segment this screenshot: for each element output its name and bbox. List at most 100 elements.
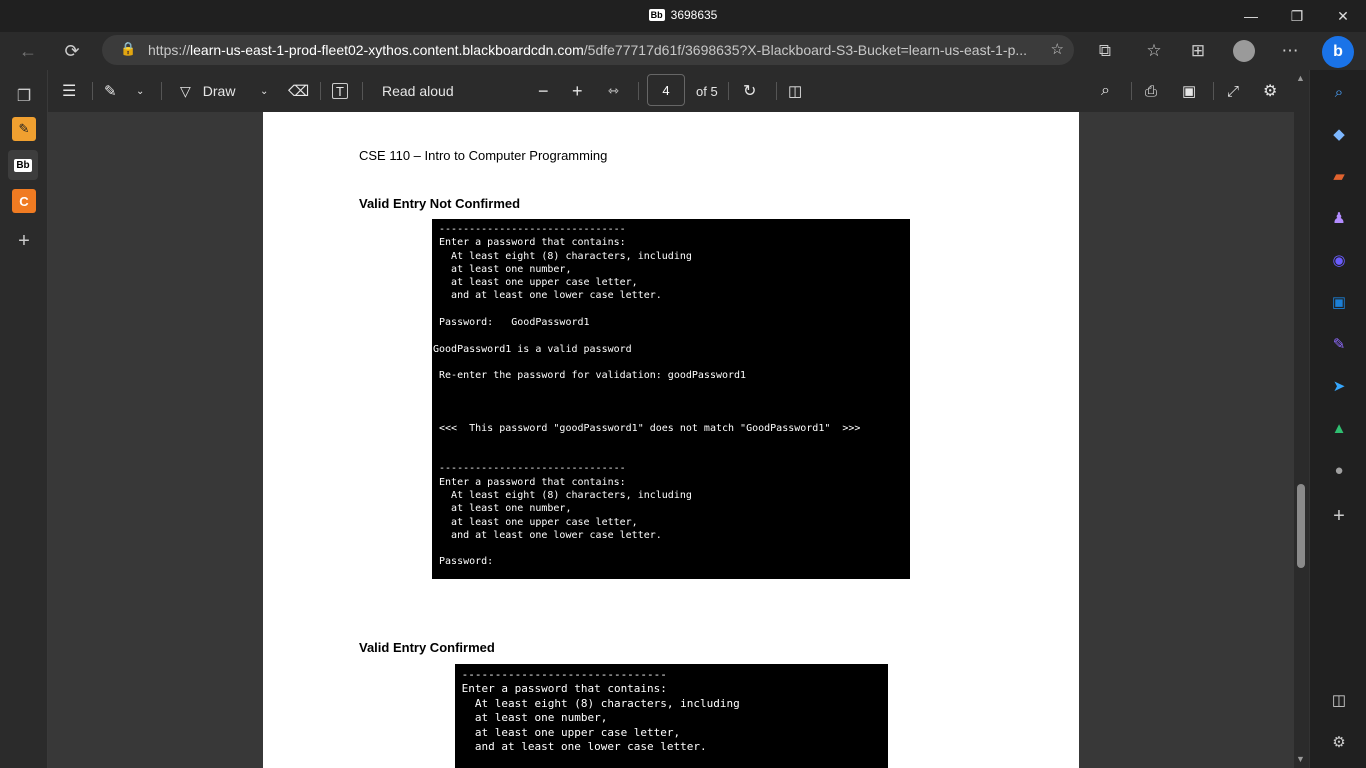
zoom-in-icon[interactable]: + (572, 78, 583, 104)
hide-sidebar-icon[interactable]: ◫ (1328, 689, 1350, 711)
tools-briefcase-icon[interactable]: ▰ (1328, 165, 1350, 187)
page-view-icon[interactable]: ◫ (788, 78, 802, 104)
draw-chevron-down-icon[interactable]: ⌄ (260, 78, 268, 104)
console-line: At least eight (8) characters, including (433, 250, 692, 262)
back-button[interactable]: ← (13, 37, 43, 65)
print-icon[interactable]: ⎙ (1145, 78, 1157, 104)
add-text-icon[interactable]: T (332, 83, 348, 99)
profile-avatar[interactable] (1233, 40, 1255, 62)
console-line: Password: (433, 556, 494, 568)
console-line: ------------------------------- (433, 224, 626, 235)
console-line: Enter a password that contains: (455, 682, 667, 696)
console-line: and at least one lower case letter. (455, 740, 707, 754)
section-title-confirmed: Valid Entry Confirmed (359, 640, 495, 655)
console-line: at least one upper case letter, (433, 277, 638, 289)
refresh-icon: ⟳ (64, 40, 80, 61)
c-app-tab-icon[interactable]: C (12, 189, 36, 213)
add-sidebar-app-icon[interactable]: + (1328, 505, 1350, 527)
refresh-button[interactable]: ⟳ (57, 37, 87, 65)
window-titlebar: Bb 3698635 — ❐ ✕ (0, 0, 1366, 32)
window-title-text: 3698635 (670, 8, 718, 22)
console-line: At least eight (8) characters, including (455, 696, 740, 710)
fullscreen-icon[interactable]: ⤢ (1227, 78, 1239, 104)
scrollbar-thumb[interactable] (1297, 484, 1305, 568)
toolbar-divider (728, 82, 729, 100)
pdf-settings-gear-icon[interactable]: ⚙ (1263, 78, 1277, 104)
highlight-icon[interactable]: ✎ (104, 78, 117, 104)
more-dots-icon: ⋯ (1281, 41, 1299, 60)
rotate-icon[interactable]: ↻ (743, 78, 756, 104)
maximize-button[interactable]: ❐ (1274, 0, 1320, 32)
microsoft-365-icon[interactable]: ◉ (1328, 249, 1350, 271)
scroll-down-icon[interactable]: ▼ (1296, 754, 1305, 764)
toolbar-divider (320, 82, 321, 100)
console-line: Re-enter the password for validation: go… (433, 370, 747, 382)
sidebar-settings-gear-icon[interactable]: ⚙ (1328, 731, 1350, 753)
settings-more-button[interactable]: ⋯ (1275, 37, 1305, 65)
browser-toolbar: ← ⟳ 🔒 https://learn-us-east-1-prod-fleet… (0, 32, 1366, 70)
read-aloud-button[interactable]: Read aloud (382, 78, 454, 104)
add-favorite-icon[interactable]: ☆ (1051, 40, 1064, 58)
extensions-button[interactable]: ⧉ (1090, 37, 1120, 65)
minimize-button[interactable]: — (1228, 0, 1274, 32)
console-line: Enter a password that contains: (433, 476, 626, 488)
designer-icon[interactable]: ✎ (1328, 333, 1350, 355)
console-line: ------------------------------- (433, 463, 626, 475)
favorites-button[interactable]: ☆ (1139, 37, 1169, 65)
eraser-icon[interactable]: ⌫ (288, 78, 309, 104)
console-line: at least one number, (433, 263, 572, 275)
new-tab-icon[interactable]: + (12, 229, 36, 253)
draw-pen-icon: ▽ (180, 82, 191, 99)
blackboard-tab-icon: Bb (648, 9, 665, 21)
table-of-contents-icon[interactable]: ☰ (62, 78, 76, 104)
games-icon[interactable]: ♟ (1328, 207, 1350, 229)
console-screenshot-not-confirmed: ------------------------------- Enter a … (432, 219, 910, 579)
sidebar-search-icon[interactable]: ⌕ (1328, 81, 1350, 103)
toolbar-divider (362, 82, 363, 100)
notes-tab-icon[interactable]: ✎ (12, 117, 36, 141)
scroll-up-icon[interactable]: ▲ (1296, 73, 1305, 83)
toolbar-divider (161, 82, 162, 100)
fit-to-width-icon[interactable]: ⇿ (608, 78, 619, 104)
save-icon[interactable]: ▣ (1182, 78, 1196, 104)
shopping-tag-icon[interactable]: ◆ (1328, 123, 1350, 145)
console-line: and at least one lower case letter. (433, 290, 662, 302)
url-prefix: https:// (148, 42, 191, 58)
outlook-icon[interactable]: ▣ (1328, 291, 1350, 313)
console-line: At least eight (8) characters, including (433, 489, 692, 501)
tree-icon[interactable]: ▲ (1328, 417, 1350, 439)
bing-chat-button[interactable]: b (1322, 36, 1354, 68)
console-line: Enter a password that contains: (433, 237, 626, 249)
highlight-chevron-down-icon[interactable]: ⌄ (136, 78, 144, 104)
lock-icon: 🔒 (120, 41, 137, 56)
page-total: of 5 (696, 83, 718, 99)
console-line: and at least one lower case letter. (433, 529, 662, 541)
tab-actions-icon[interactable]: ❐ (12, 84, 36, 108)
close-window-button[interactable]: ✕ (1320, 0, 1366, 32)
vertical-scrollbar[interactable]: ▲ ▼ (1294, 70, 1308, 768)
search-icon[interactable]: ⌕ (1101, 78, 1110, 104)
toolbar-divider (776, 82, 777, 100)
zoom-out-icon[interactable]: − (538, 78, 549, 104)
collections-icon: ⊞ (1190, 41, 1206, 60)
url-text[interactable]: https://learn-us-east-1-prod-fleet02-xyt… (148, 42, 1038, 58)
console-line: at least one upper case letter, (455, 725, 681, 739)
send-icon[interactable]: ➤ (1328, 375, 1350, 397)
draw-button[interactable]: ▽ Draw (180, 78, 235, 104)
console-line: ------------------------------- (455, 668, 667, 681)
window-title: Bb 3698635 (0, 8, 1366, 22)
page-header: CSE 110 – Intro to Computer Programming (359, 148, 608, 163)
collections-button[interactable]: ⊞ (1183, 37, 1213, 65)
pdf-toolbar: ☰ ✎ ⌄ ▽Draw ⌄ ⌫ T Read aloud − + ⇿ of 5 … (48, 70, 1308, 113)
address-bar[interactable]: 🔒 https://learn-us-east-1-prod-fleet02-x… (102, 35, 1074, 65)
page-number-input[interactable] (647, 74, 685, 106)
blackboard-tab[interactable]: Bb (8, 150, 38, 180)
console-line: <<< This password "goodPassword1" does n… (433, 423, 861, 435)
pdf-viewer[interactable]: CSE 110 – Intro to Computer Programming … (48, 112, 1294, 768)
dark-tree-icon[interactable]: ● (1328, 459, 1350, 481)
